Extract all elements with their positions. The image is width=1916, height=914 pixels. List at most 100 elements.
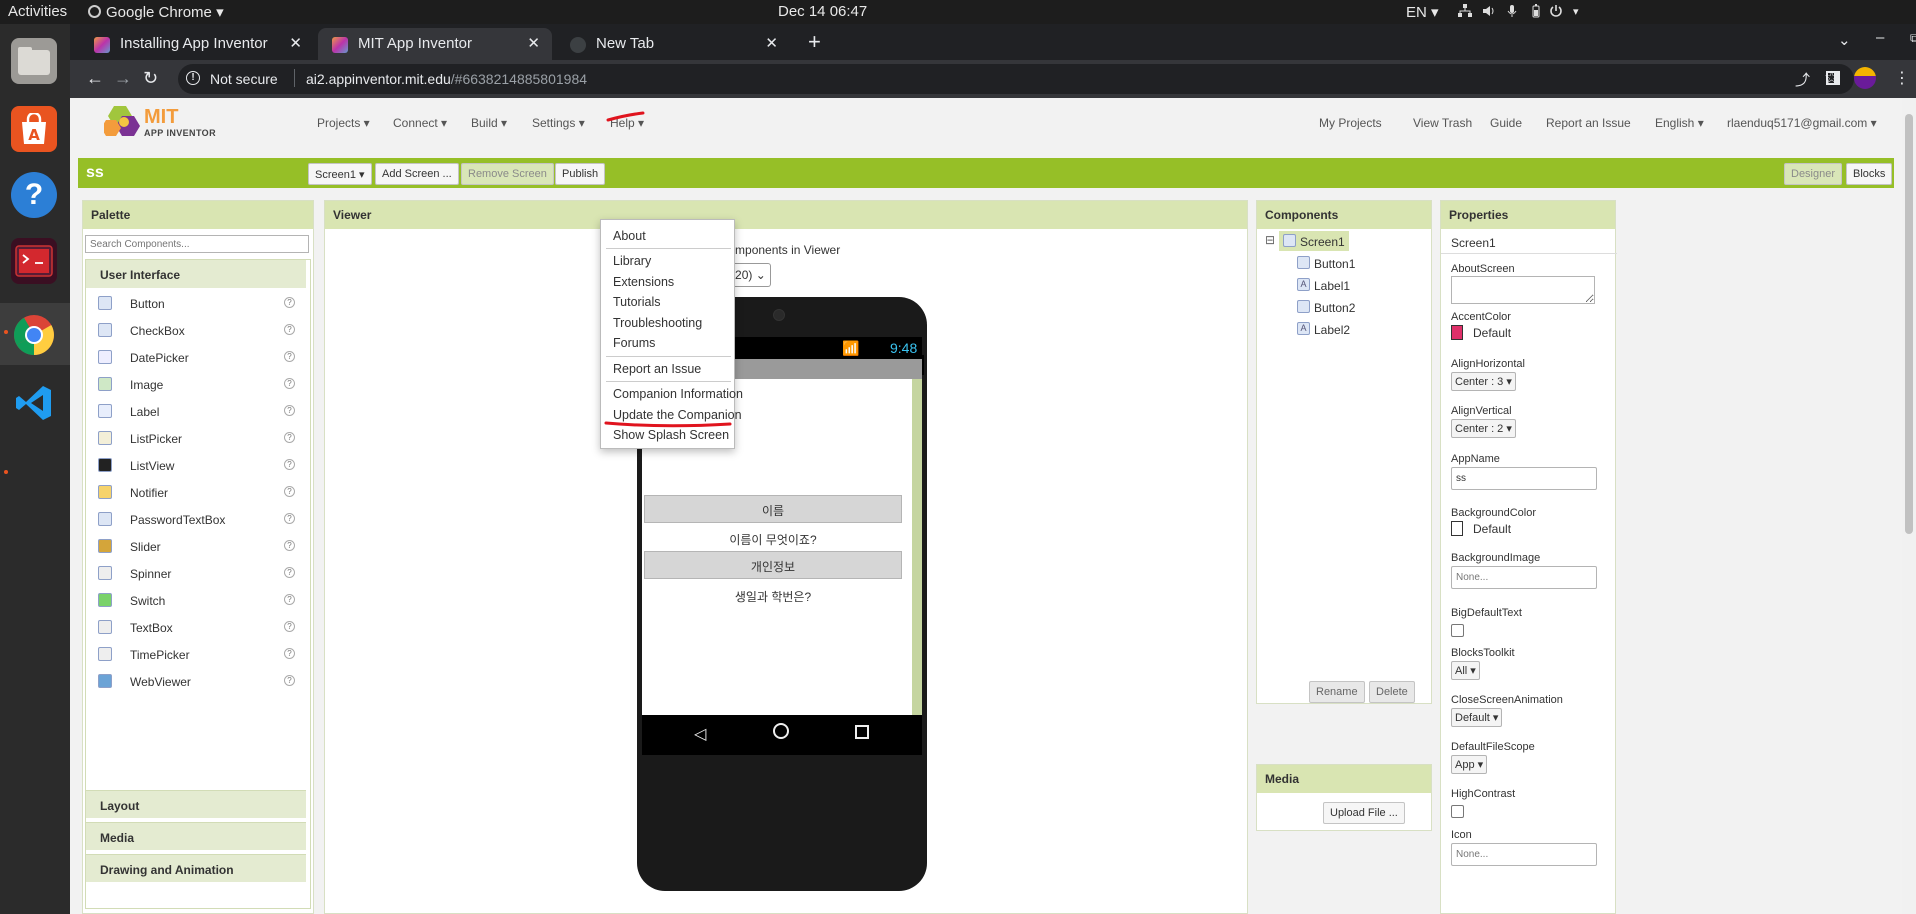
palette-item-spinner[interactable]: Spinner?: [86, 560, 306, 587]
url-text[interactable]: ai2.appinventor.mit.edu/#663821488580198…: [306, 71, 587, 87]
help-troubleshooting[interactable]: Troubleshooting: [613, 316, 702, 330]
tab-installing[interactable]: Installing App Inventor 2 S ✕: [80, 28, 314, 60]
caret-down-icon[interactable]: ▾: [1573, 5, 1579, 18]
help-update-companion[interactable]: Update the Companion: [613, 408, 742, 422]
phone-button2[interactable]: 개인정보: [644, 551, 902, 579]
language-menu[interactable]: English ▾: [1655, 116, 1704, 130]
help-icon[interactable]: ?: [284, 378, 295, 389]
help-icon[interactable]: ?: [284, 432, 295, 443]
palette-item-listview[interactable]: ListView?: [86, 452, 306, 479]
category-user-interface[interactable]: User Interface: [86, 260, 306, 288]
align-vertical-select[interactable]: Center : 2 ▾: [1451, 419, 1516, 438]
palette-item-datepicker[interactable]: DatePicker?: [86, 344, 306, 371]
back-icon[interactable]: ←: [86, 68, 104, 89]
high-contrast-checkbox[interactable]: [1451, 805, 1464, 818]
microphone-icon[interactable]: [1505, 4, 1519, 18]
add-screen-button[interactable]: Add Screen ...: [375, 163, 459, 185]
software-app-icon[interactable]: A: [11, 106, 57, 152]
close-tab-icon[interactable]: ✕: [765, 34, 778, 52]
phone-button1[interactable]: 이름: [644, 495, 902, 523]
menu-settings[interactable]: Settings ▾: [532, 116, 585, 130]
help-icon[interactable]: ?: [284, 648, 295, 659]
menu-build[interactable]: Build ▾: [471, 116, 507, 130]
palette-search-input[interactable]: [85, 235, 309, 253]
chrome-menu-icon[interactable]: ⋮: [1894, 68, 1910, 88]
forward-icon[interactable]: →: [114, 68, 132, 89]
power-icon[interactable]: [1549, 4, 1563, 18]
scrollbar-thumb[interactable]: [1905, 114, 1913, 534]
rename-button[interactable]: Rename: [1309, 681, 1365, 703]
chrome-app-icon[interactable]: [11, 312, 57, 358]
help-extensions[interactable]: Extensions: [613, 275, 674, 289]
designer-button[interactable]: Designer: [1784, 163, 1843, 185]
palette-item-webviewer[interactable]: WebViewer?: [86, 668, 306, 695]
help-icon[interactable]: ?: [284, 675, 295, 686]
help-icon[interactable]: ?: [284, 594, 295, 605]
collapse-tree-icon[interactable]: ⊟: [1265, 233, 1275, 247]
help-tutorials[interactable]: Tutorials: [613, 295, 660, 309]
help-icon[interactable]: ?: [284, 540, 295, 551]
help-icon[interactable]: ?: [284, 621, 295, 632]
accent-color-value[interactable]: Default: [1473, 326, 1511, 340]
volume-icon[interactable]: [1482, 4, 1496, 18]
accent-color-swatch[interactable]: [1451, 325, 1463, 340]
side-panel-icon[interactable]: [1826, 71, 1840, 85]
clock[interactable]: Dec 14 06:47: [778, 3, 867, 20]
palette-item-timepicker[interactable]: TimePicker?: [86, 641, 306, 668]
activities-button[interactable]: Activities: [8, 3, 67, 20]
terminal-app-icon[interactable]: [11, 238, 57, 284]
default-file-scope-select[interactable]: App ▾: [1451, 755, 1488, 774]
category-drawing-animation[interactable]: Drawing and Animation: [86, 854, 306, 882]
align-horizontal-select[interactable]: Center : 3 ▾: [1451, 372, 1516, 391]
help-library[interactable]: Library: [613, 254, 651, 268]
menu-projects[interactable]: Projects ▾: [317, 116, 370, 130]
help-about[interactable]: About: [613, 229, 646, 243]
help-companion-info[interactable]: Companion Information: [613, 387, 743, 401]
battery-icon[interactable]: [1529, 4, 1543, 18]
palette-item-checkbox[interactable]: CheckBox?: [86, 317, 306, 344]
minimize-icon[interactable]: –: [1876, 29, 1884, 46]
palette-item-listpicker[interactable]: ListPicker?: [86, 425, 306, 452]
help-icon[interactable]: ?: [284, 459, 295, 470]
delete-button[interactable]: Delete: [1369, 681, 1415, 703]
publish-button[interactable]: Publish: [555, 163, 605, 185]
category-layout[interactable]: Layout: [86, 790, 306, 818]
link-guide[interactable]: Guide: [1490, 116, 1522, 130]
help-icon[interactable]: ?: [284, 297, 295, 308]
blocks-button[interactable]: Blocks: [1846, 163, 1893, 185]
help-icon[interactable]: ?: [284, 405, 295, 416]
screen-select[interactable]: Screen1 ▾: [308, 163, 372, 185]
phone-label1[interactable]: 이름이 무엇이죠?: [642, 531, 904, 548]
app-name-input[interactable]: ss: [1451, 467, 1597, 490]
icon-input[interactable]: None...: [1451, 843, 1597, 866]
blocks-toolkit-select[interactable]: All ▾: [1451, 661, 1480, 680]
palette-item-slider[interactable]: Slider?: [86, 533, 306, 560]
background-image-input[interactable]: None...: [1451, 566, 1597, 589]
category-media[interactable]: Media: [86, 822, 306, 850]
warning-icon[interactable]: !: [186, 71, 200, 85]
big-default-text-checkbox[interactable]: [1451, 624, 1464, 637]
close-tab-icon[interactable]: ✕: [527, 34, 540, 52]
help-icon[interactable]: ?: [284, 324, 295, 335]
upload-file-button[interactable]: Upload File ...: [1323, 802, 1405, 824]
help-report-issue[interactable]: Report an Issue: [613, 362, 701, 376]
reload-icon[interactable]: ↻: [143, 68, 158, 89]
network-icon[interactable]: [1458, 4, 1472, 18]
restore-icon[interactable]: ⧉: [1910, 31, 1916, 46]
language-indicator[interactable]: EN ▾: [1406, 3, 1439, 21]
app-menu[interactable]: Google Chrome ▾: [88, 3, 224, 21]
share-icon[interactable]: ⤴: [1795, 69, 1810, 90]
help-app-icon[interactable]: ?: [11, 172, 57, 218]
help-icon[interactable]: ?: [284, 486, 295, 497]
prop-about-screen-textarea[interactable]: [1451, 276, 1595, 304]
tab-search-icon[interactable]: ⌄: [1838, 31, 1851, 49]
help-icon[interactable]: ?: [284, 351, 295, 362]
tab-mit-app-inventor[interactable]: MIT App Inventor ✕: [318, 28, 552, 60]
background-color-value[interactable]: Default: [1473, 522, 1511, 536]
security-label[interactable]: Not secure: [210, 71, 278, 87]
help-forums[interactable]: Forums: [613, 336, 655, 350]
tab-new-tab[interactable]: New Tab ✕: [556, 28, 790, 60]
close-screen-animation-select[interactable]: Default ▾: [1451, 708, 1503, 727]
menu-help[interactable]: Help ▾: [610, 116, 644, 130]
link-report-issue[interactable]: Report an Issue: [1546, 116, 1631, 130]
